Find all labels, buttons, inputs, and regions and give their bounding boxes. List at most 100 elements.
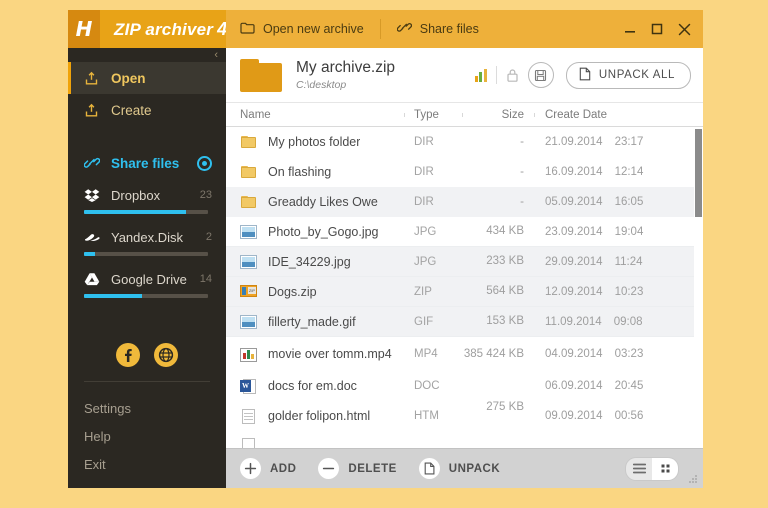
main-panel: My archive.zip C:\desktop (226, 48, 703, 488)
sidebar-item-yandex-disk[interactable]: Yandex.Disk 2 (68, 224, 226, 250)
file-name: IDE_34229.jpg (268, 255, 351, 269)
zip-icon: ZIP (240, 283, 257, 300)
minimize-button[interactable] (623, 22, 637, 36)
social-links (68, 343, 226, 381)
file-size: 434 KB (462, 224, 534, 238)
logo-letter: H (76, 17, 93, 41)
file-time: 03:23 (615, 348, 644, 360)
close-button[interactable] (677, 22, 691, 36)
application-window: H ZIP archiver4 Open new archive Share f… (68, 10, 703, 488)
table-row[interactable]: Greaddy Likes Owe DIR - 05.09.2014 16:05 (226, 187, 703, 217)
file-name-cell (226, 437, 404, 448)
share-files-button[interactable]: Share files (397, 21, 479, 37)
table-row[interactable]: ZIP Dogs.zip ZIP 564 KB 12.09.2014 10:23 (226, 277, 703, 307)
image-icon (240, 225, 257, 239)
title-bar: H ZIP archiver4 Open new archive Share f… (68, 10, 703, 48)
file-size: 385 424 KB (462, 347, 534, 361)
file-size: 564 KB (462, 284, 534, 298)
dropbox-usage-bar (84, 210, 208, 214)
sidebar-item-exit[interactable]: Exit (68, 450, 226, 478)
file-name: Dogs.zip (268, 285, 317, 299)
sidebar-item-google-drive[interactable]: Google Drive 14 (68, 266, 226, 292)
maximize-button[interactable] (650, 22, 664, 36)
table-row[interactable]: My photos folder DIR - 21.09.2014 23:17 (226, 127, 703, 157)
scrollbar-thumb[interactable] (695, 129, 702, 217)
file-name: On flashing (268, 165, 331, 179)
table-row[interactable]: W docs for em.doc DOC 06.09.2014 20:45 (226, 371, 703, 401)
file-icon (240, 437, 257, 448)
table-row[interactable]: IDE_34229.jpg JPG 233 KB 29.09.2014 11:2… (226, 247, 703, 277)
bar-chart-icon[interactable] (475, 68, 487, 82)
open-new-archive-button[interactable]: Open new archive (240, 22, 364, 37)
add-button[interactable]: ADD (240, 458, 296, 479)
bottom-toolbar: ADD DELETE UNPACK (226, 448, 703, 488)
table-row[interactable]: Photo_by_Gogo.jpg JPG 434 KB 23.09.2014 … (226, 217, 703, 247)
sidebar-item-settings[interactable]: Settings (68, 394, 226, 422)
file-list-scrollbar[interactable] (694, 127, 703, 448)
column-header-size[interactable]: Size (462, 109, 534, 121)
google-drive-usage-bar (84, 294, 208, 298)
file-date-cell: 09.09.2014 00:56 (534, 410, 703, 422)
table-row-partial[interactable] (226, 431, 703, 448)
file-time: 16:05 (615, 196, 644, 208)
sidebar-item-exit-label: Exit (84, 457, 106, 472)
sidebar-share-label: Share files (111, 156, 186, 171)
table-row[interactable]: golder folipon.html HTM 275 KB 09.09.201… (226, 401, 703, 431)
sidebar-item-dropbox[interactable]: Dropbox 23 (68, 182, 226, 208)
file-type: ZIP (404, 286, 462, 298)
file-date: 29.09.2014 (545, 256, 603, 268)
file-name-cell: Greaddy Likes Owe (226, 194, 404, 211)
file-date: 06.09.2014 (545, 380, 603, 392)
sidebar-item-open[interactable]: Open (68, 62, 226, 94)
delete-button[interactable]: DELETE (318, 458, 396, 479)
resize-grip[interactable] (689, 475, 698, 484)
file-list[interactable]: My photos folder DIR - 21.09.2014 23:17 … (226, 127, 703, 448)
sidebar-item-create[interactable]: Create (68, 94, 226, 126)
file-name-cell: IDE_34229.jpg (226, 254, 404, 269)
html-file-icon (240, 408, 257, 425)
folder-icon (240, 134, 257, 151)
target-icon[interactable] (197, 156, 212, 171)
lock-icon[interactable] (506, 68, 519, 83)
yandex-disk-count: 2 (206, 231, 212, 243)
file-name: My photos folder (268, 135, 360, 149)
table-row[interactable]: On flashing DIR - 16.09.2014 12:14 (226, 157, 703, 187)
save-disk-icon[interactable] (528, 62, 554, 88)
table-row[interactable]: movie over tomm.mp4 MP4 385 424 KB 04.09… (226, 337, 703, 371)
file-time: 12:14 (615, 166, 644, 178)
table-row[interactable]: fillerty_made.gif GIF 153 KB 11.09.2014 … (226, 307, 703, 337)
image-icon (240, 255, 257, 269)
yandex-disk-icon (84, 230, 100, 244)
file-type: JPG (404, 256, 462, 268)
facebook-icon[interactable] (116, 343, 140, 367)
file-date-cell: 16.09.2014 12:14 (534, 166, 703, 178)
column-header-date[interactable]: Create Date (534, 109, 703, 121)
file-size: - (462, 135, 534, 149)
file-icon (419, 458, 440, 479)
column-header-type[interactable]: Type (404, 109, 462, 121)
file-date-cell: 11.09.2014 09:08 (534, 316, 703, 328)
file-date-cell: 23.09.2014 19:04 (534, 226, 703, 238)
table-column-headers: Name Type Size Create Date (226, 102, 703, 127)
list-view-icon[interactable] (626, 458, 652, 480)
file-type: MP4 (404, 348, 462, 360)
app-logo: H (68, 10, 100, 48)
open-archive-icon (84, 71, 99, 86)
unpack-button[interactable]: UNPACK (419, 458, 500, 479)
sidebar-item-settings-label: Settings (84, 401, 131, 416)
file-name: Greaddy Likes Owe (268, 195, 378, 209)
unpack-all-button[interactable]: UNPACK ALL (566, 62, 691, 89)
file-date-cell: 06.09.2014 20:45 (534, 380, 703, 392)
archive-name: My archive.zip (296, 59, 475, 77)
file-date-cell: 05.09.2014 16:05 (534, 196, 703, 208)
collapse-sidebar-button[interactable]: ‹ (214, 50, 218, 61)
sidebar-item-help[interactable]: Help (68, 422, 226, 450)
sidebar-item-share-files[interactable]: Share files (68, 148, 226, 178)
sidebar: ‹ Open Create Share files (68, 48, 226, 488)
column-header-name[interactable]: Name (226, 109, 404, 121)
grid-view-icon[interactable] (652, 458, 678, 480)
archive-header: My archive.zip C:\desktop (226, 48, 703, 102)
file-name-cell: On flashing (226, 164, 404, 181)
sidebar-bottom-pad (68, 478, 226, 488)
globe-icon[interactable] (154, 343, 178, 367)
